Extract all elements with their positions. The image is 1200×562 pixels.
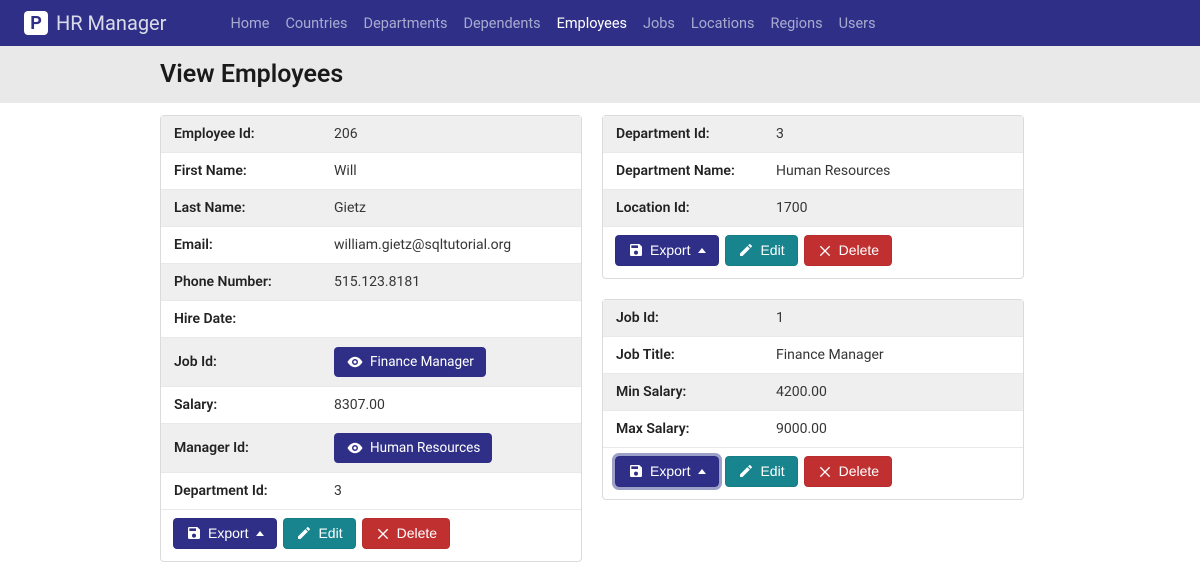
nav-dependents[interactable]: Dependents [463, 15, 540, 32]
nav-jobs[interactable]: Jobs [643, 15, 675, 32]
eye-icon [346, 439, 364, 457]
edit-button[interactable]: Edit [725, 235, 797, 266]
field-label: Location Id: [616, 200, 776, 216]
field-label: Job Id: [174, 354, 334, 370]
field-label: Phone Number: [174, 274, 334, 290]
job-id-chip[interactable]: Finance Manager [334, 347, 486, 377]
field-value: 1700 [776, 200, 1010, 216]
field-label: Department Name: [616, 163, 776, 179]
export-label: Export [650, 242, 690, 259]
content-area: Employee Id:206 First Name:Will Last Nam… [160, 115, 1200, 562]
export-label: Export [208, 525, 248, 542]
pencil-icon [296, 525, 312, 541]
job-card: Job Id:1 Job Title:Finance Manager Min S… [602, 299, 1024, 500]
field-label: Last Name: [174, 200, 334, 216]
brand-logo: P [24, 11, 48, 35]
delete-button[interactable]: Delete [804, 235, 892, 266]
save-icon [186, 525, 202, 541]
field-value: Finance Manager [776, 347, 1010, 363]
field-value: 9000.00 [776, 421, 1010, 437]
page-subheader: View Employees [0, 46, 1200, 103]
export-button[interactable]: Export [615, 456, 719, 487]
caret-up-icon [698, 469, 706, 474]
export-label: Export [650, 463, 690, 480]
pencil-icon [738, 242, 754, 258]
department-actions: Export Edit Delete [603, 227, 1023, 278]
close-icon [375, 525, 391, 541]
field-label: Max Salary: [616, 421, 776, 437]
field-value: 4200.00 [776, 384, 1010, 400]
brand-block[interactable]: P HR Manager [24, 11, 166, 35]
field-value: 3 [334, 483, 568, 499]
close-icon [817, 242, 833, 258]
caret-up-icon [256, 531, 264, 536]
edit-button[interactable]: Edit [283, 518, 355, 549]
delete-button[interactable]: Delete [362, 518, 450, 549]
brand-text: HR Manager [56, 11, 166, 35]
field-label: Manager Id: [174, 440, 334, 456]
field-value: 8307.00 [334, 397, 568, 413]
nav-regions[interactable]: Regions [771, 15, 823, 32]
delete-button[interactable]: Delete [804, 456, 892, 487]
top-navbar: P HR Manager Home Countries Departments … [0, 0, 1200, 46]
close-icon [817, 463, 833, 479]
edit-button[interactable]: Edit [725, 456, 797, 487]
job-actions: Export Edit Delete [603, 448, 1023, 499]
save-icon [628, 463, 644, 479]
pencil-icon [738, 463, 754, 479]
eye-icon [346, 353, 364, 371]
delete-label: Delete [839, 463, 879, 480]
page-title: View Employees [160, 60, 1200, 89]
nav-employees[interactable]: Employees [557, 15, 627, 32]
nav-links: Home Countries Departments Dependents Em… [230, 15, 875, 32]
edit-label: Edit [760, 242, 784, 259]
field-value: Gietz [334, 200, 568, 216]
field-value: Will [334, 163, 568, 179]
chip-label: Finance Manager [370, 354, 474, 370]
caret-up-icon [698, 248, 706, 253]
delete-label: Delete [397, 525, 437, 542]
field-label: Min Salary: [616, 384, 776, 400]
employee-column: Employee Id:206 First Name:Will Last Nam… [160, 115, 582, 562]
field-label: First Name: [174, 163, 334, 179]
field-value: Human Resources [776, 163, 1010, 179]
edit-label: Edit [318, 525, 342, 542]
field-value: 1 [776, 310, 1010, 326]
field-value: 206 [334, 126, 568, 142]
edit-label: Edit [760, 463, 784, 480]
field-label: Job Id: [616, 310, 776, 326]
nav-locations[interactable]: Locations [691, 15, 755, 32]
export-button[interactable]: Export [173, 518, 277, 549]
field-label: Email: [174, 237, 334, 253]
field-label: Job Title: [616, 347, 776, 363]
save-icon [628, 242, 644, 258]
employee-actions: Export Edit Delete [161, 510, 581, 561]
department-card: Department Id:3 Department Name:Human Re… [602, 115, 1024, 279]
field-value: 3 [776, 126, 1010, 142]
export-button[interactable]: Export [615, 235, 719, 266]
field-label: Employee Id: [174, 126, 334, 142]
nav-home[interactable]: Home [230, 15, 269, 32]
nav-departments[interactable]: Departments [364, 15, 448, 32]
field-value: william.gietz@sqltutorial.org [334, 237, 568, 253]
employee-card: Employee Id:206 First Name:Will Last Nam… [160, 115, 582, 562]
field-label: Hire Date: [174, 311, 334, 327]
field-value: 515.123.8181 [334, 274, 568, 290]
field-label: Salary: [174, 397, 334, 413]
chip-label: Human Resources [370, 440, 480, 456]
field-label: Department Id: [174, 483, 334, 499]
nav-users[interactable]: Users [839, 15, 876, 32]
nav-countries[interactable]: Countries [285, 15, 347, 32]
manager-id-chip[interactable]: Human Resources [334, 433, 492, 463]
delete-label: Delete [839, 242, 879, 259]
field-label: Department Id: [616, 126, 776, 142]
